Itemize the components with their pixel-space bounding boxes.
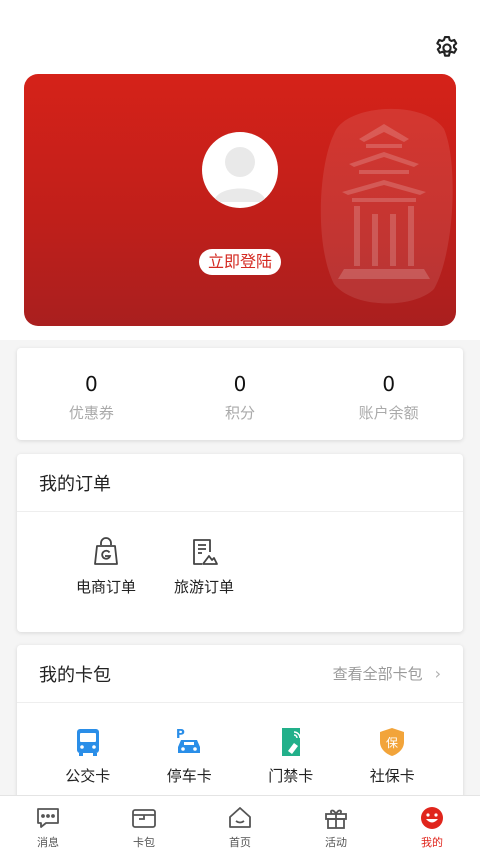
- tab-label: 活动: [325, 836, 347, 849]
- wallet-label: 社保卡: [369, 767, 415, 785]
- wallet-icon: [132, 809, 156, 828]
- parking-card-button[interactable]: P 停车卡: [147, 725, 231, 786]
- section-title: 我的卡包: [39, 664, 111, 686]
- wallet-items: 公交卡 P 停车卡 门禁卡 保 社保卡: [17, 703, 463, 786]
- parking-car-icon: P: [176, 727, 201, 753]
- svg-text:P: P: [176, 727, 185, 741]
- orders-header: 我的订单: [17, 454, 463, 512]
- travel-document-icon: [193, 539, 218, 565]
- view-all-label: 查看全部卡包: [332, 665, 423, 683]
- tab-messages[interactable]: 消息: [0, 796, 96, 853]
- stat-value: 0: [84, 372, 98, 396]
- message-icon: [37, 808, 59, 828]
- tab-label: 卡包: [133, 836, 155, 849]
- stat-label: 积分: [225, 404, 256, 422]
- gear-icon: [436, 35, 458, 57]
- avatar[interactable]: [202, 132, 278, 208]
- tab-label: 首页: [229, 836, 251, 849]
- wallet-label: 停车卡: [166, 767, 212, 785]
- login-button[interactable]: 立即登陆: [199, 249, 281, 275]
- bottom-tab-bar: 消息 卡包 首页 活动 我的: [0, 795, 480, 853]
- tab-label: 我的: [421, 836, 443, 849]
- stat-balance[interactable]: 0 账户余额: [314, 348, 463, 440]
- stat-value: 0: [233, 372, 247, 396]
- order-items: 电商订单 旅游订单: [17, 512, 463, 597]
- account-stats: 0 优惠券 0 积分 0 账户余额: [17, 348, 463, 440]
- tab-activities[interactable]: 活动: [288, 796, 384, 853]
- bus-icon: [76, 729, 99, 756]
- order-label: 电商订单: [75, 578, 136, 596]
- order-label: 旅游订单: [173, 578, 234, 596]
- tab-mine[interactable]: 我的: [384, 796, 480, 853]
- bus-card-button[interactable]: 公交卡: [46, 725, 130, 786]
- wallet-header: 我的卡包 查看全部卡包 ›: [17, 645, 463, 703]
- gift-icon: [325, 809, 347, 829]
- insurance-shield-icon: 保: [380, 728, 405, 756]
- stat-points[interactable]: 0 积分: [166, 348, 315, 440]
- ecommerce-orders-button[interactable]: 电商订单: [57, 536, 155, 597]
- smiley-icon: [421, 807, 443, 829]
- stat-label: 优惠券: [68, 404, 114, 422]
- tab-wallet[interactable]: 卡包: [96, 796, 192, 853]
- tab-label: 消息: [37, 836, 59, 849]
- wallet-label: 门禁卡: [268, 767, 314, 785]
- home-icon: [229, 807, 251, 828]
- tower-watermark-icon: [320, 108, 453, 304]
- view-all-cards-link[interactable]: 查看全部卡包 ›: [333, 663, 441, 684]
- wallet-label: 公交卡: [65, 767, 111, 785]
- access-door-icon: [281, 728, 301, 756]
- shopping-bag-icon: [94, 537, 118, 565]
- chevron-right-icon: ›: [434, 664, 441, 683]
- social-security-card-button[interactable]: 保 社保卡: [350, 725, 434, 786]
- stat-label: 账户余额: [358, 404, 419, 422]
- tab-home[interactable]: 首页: [192, 796, 288, 853]
- default-avatar-icon: [214, 147, 266, 202]
- access-card-button[interactable]: 门禁卡: [249, 725, 333, 786]
- svg-text:保: 保: [386, 736, 398, 750]
- settings-button[interactable]: [432, 33, 462, 63]
- stat-value: 0: [382, 372, 396, 396]
- section-title: 我的订单: [39, 473, 111, 495]
- my-wallet-card: 我的卡包 查看全部卡包 › 公交卡 P 停车卡 门禁卡 保 社保卡: [17, 645, 463, 805]
- my-orders-card: 我的订单 电商订单 旅游订单: [17, 454, 463, 632]
- travel-orders-button[interactable]: 旅游订单: [155, 536, 253, 597]
- stat-coupons[interactable]: 0 优惠券: [17, 348, 166, 440]
